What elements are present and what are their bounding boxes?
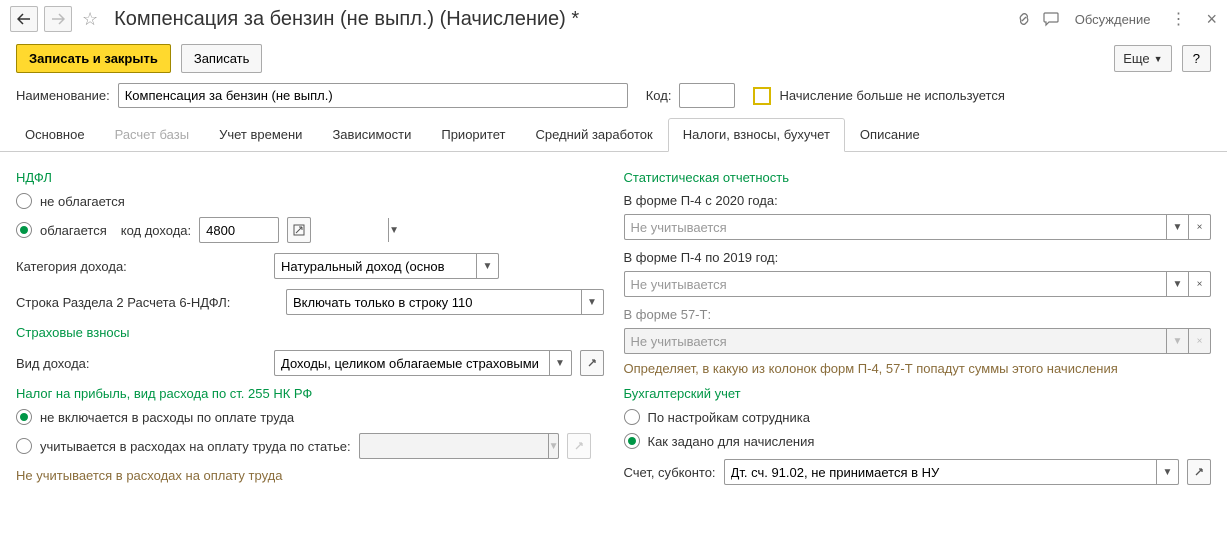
profit-article-open-button	[567, 433, 591, 459]
account-input[interactable]	[725, 460, 1156, 484]
open-icon	[573, 440, 585, 452]
t57-clear: ×	[1188, 329, 1210, 353]
tab-base-calc[interactable]: Расчет базы	[100, 118, 205, 151]
income-code-label: код дохода:	[121, 223, 191, 238]
open-icon	[586, 357, 598, 369]
arrow-left-icon	[17, 13, 31, 25]
p4-2019-clear[interactable]: ×	[1188, 272, 1210, 296]
category-dropdown[interactable]: ▼	[476, 254, 498, 278]
p4-2020-label: В форме П-4 с 2020 года:	[624, 193, 1212, 208]
profit-not-included-label: не включается в расходы по оплате труда	[40, 410, 294, 425]
category-label: Категория дохода:	[16, 259, 266, 274]
discussion-link[interactable]: Обсуждение	[1075, 12, 1151, 27]
section2-label: Строка Раздела 2 Расчета 6-НДФЛ:	[16, 295, 278, 310]
save-button[interactable]: Записать	[181, 44, 263, 73]
kebab-menu-icon[interactable]: ⋮	[1170, 9, 1186, 29]
section2-dropdown[interactable]: ▼	[581, 290, 603, 314]
ndfl-taxed-radio[interactable]	[16, 222, 32, 238]
more-button[interactable]: Еще ▼	[1114, 45, 1171, 72]
profit-included-radio[interactable]	[16, 438, 32, 454]
name-label: Наименование:	[16, 88, 110, 103]
t57-label: В форме 57-Т:	[624, 307, 1212, 322]
accounting-header: Бухгалтерский учет	[624, 386, 1212, 401]
account-dropdown[interactable]: ▼	[1156, 460, 1178, 484]
income-type-open-button[interactable]	[580, 350, 604, 376]
forward-button[interactable]	[44, 6, 72, 32]
accounting-as-set-label: Как задано для начисления	[648, 434, 815, 449]
profit-article-dropdown: ▼	[548, 434, 559, 458]
income-type-input[interactable]	[275, 351, 549, 375]
income-type-dropdown[interactable]: ▼	[549, 351, 571, 375]
tab-average[interactable]: Средний заработок	[520, 118, 667, 151]
ndfl-not-taxed-label: не облагается	[40, 194, 125, 209]
profit-tax-header: Налог на прибыль, вид расхода по ст. 255…	[16, 386, 604, 401]
ndfl-taxed-label: облагается	[40, 223, 107, 238]
accounting-by-employee-label: По настройкам сотрудника	[648, 410, 810, 425]
arrow-right-icon	[51, 13, 65, 25]
stats-header: Статистическая отчетность	[624, 170, 1212, 185]
favorite-icon[interactable]: ☆	[82, 9, 98, 30]
income-code-dropdown[interactable]: ▼	[388, 218, 399, 242]
tab-priority[interactable]: Приоритет	[426, 118, 520, 151]
ndfl-header: НДФЛ	[16, 170, 604, 185]
section2-input[interactable]	[287, 290, 581, 314]
p4-2020-clear[interactable]: ×	[1188, 215, 1210, 239]
profit-included-label: учитывается в расходах на оплату труда п…	[40, 439, 351, 454]
not-used-checkbox[interactable]	[753, 87, 771, 105]
account-open-button[interactable]	[1187, 459, 1211, 485]
p4-2019-dropdown[interactable]: ▼	[1166, 272, 1188, 296]
accounting-by-employee-radio[interactable]	[624, 409, 640, 425]
tab-description[interactable]: Описание	[845, 118, 935, 151]
close-button[interactable]: ×	[1206, 9, 1217, 30]
p4-2020-input[interactable]	[625, 215, 1167, 239]
save-and-close-button[interactable]: Записать и закрыть	[16, 44, 171, 73]
p4-2019-label: В форме П-4 по 2019 год:	[624, 250, 1212, 265]
ndfl-not-taxed-radio[interactable]	[16, 193, 32, 209]
tab-time[interactable]: Учет времени	[204, 118, 317, 151]
chevron-down-icon: ▼	[1154, 54, 1163, 64]
profit-tax-note: Не учитывается в расходах на оплату труд…	[16, 467, 604, 485]
not-used-label: Начисление больше не используется	[779, 88, 1004, 103]
p4-2020-dropdown[interactable]: ▼	[1166, 215, 1188, 239]
insurance-header: Страховые взносы	[16, 325, 604, 340]
profit-not-included-radio[interactable]	[16, 409, 32, 425]
tab-dependencies[interactable]: Зависимости	[317, 118, 426, 151]
income-type-label: Вид дохода:	[16, 356, 266, 371]
tab-main[interactable]: Основное	[10, 118, 100, 151]
income-code-open-button[interactable]	[287, 217, 311, 243]
name-input[interactable]	[118, 83, 628, 108]
code-label: Код:	[646, 88, 672, 103]
open-icon	[1193, 466, 1205, 478]
back-button[interactable]	[10, 6, 38, 32]
help-button[interactable]: ?	[1182, 45, 1211, 72]
discussion-icon[interactable]	[1041, 8, 1063, 30]
accounting-as-set-radio[interactable]	[624, 433, 640, 449]
open-icon	[293, 224, 305, 236]
account-label: Счет, субконто:	[624, 465, 716, 480]
t57-dropdown: ▼	[1166, 329, 1188, 353]
p4-2019-input[interactable]	[625, 272, 1167, 296]
stats-hint: Определяет, в какую из колонок форм П-4,…	[624, 360, 1212, 378]
profit-article-input	[360, 434, 548, 458]
category-input[interactable]	[275, 254, 476, 278]
page-title: Компенсация за бензин (не выпл.) (Начисл…	[114, 8, 1007, 31]
t57-input	[625, 329, 1167, 353]
code-input[interactable]	[679, 83, 735, 108]
link-icon[interactable]	[1013, 8, 1035, 30]
tab-taxes[interactable]: Налоги, взносы, бухучет	[668, 118, 845, 152]
